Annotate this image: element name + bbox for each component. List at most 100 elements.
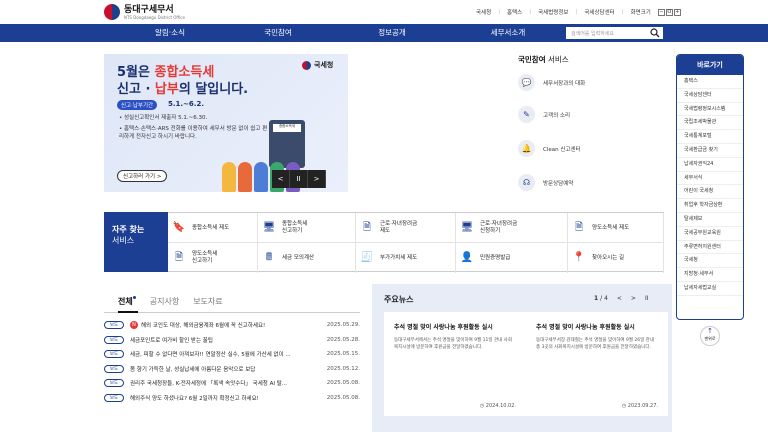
frequent-service-item[interactable]: 🗎 근로·자녀장려금 제도: [356, 213, 456, 243]
tab-notice[interactable]: 공지사항: [150, 296, 179, 307]
quick-link-item[interactable]: 납세자권익24: [677, 158, 743, 172]
major-news-card[interactable]: 추석 명절 맞이 사랑나눔 후원활동 실시 동대구세무서장 김태철는 추석 명절…: [526, 312, 668, 416]
news-date: 2025.05.15.: [326, 351, 360, 358]
util-link-hometax[interactable]: 홈택스: [507, 8, 522, 16]
quick-link-item[interactable]: 지방청·세무서: [677, 268, 743, 282]
major-news-title: 주요뉴스: [384, 295, 414, 304]
frequent-service-item[interactable]: 🗎 양도소득세 신고하기: [168, 243, 258, 273]
bookmark-icon: 🔖: [172, 222, 186, 233]
news-row[interactable]: 보도 세금, 피할 수 없다면 아껴보자!! 연말정산 실수, 5월에 가산세 없…: [104, 347, 360, 362]
card-date: ◷ 2024.10.02.: [479, 403, 516, 409]
news-row[interactable]: 보도 권리주 국세청장들, K-전자세정에 「록색 속앗수다」 국세청 AI 탈.…: [104, 376, 360, 391]
quick-link-item[interactable]: 국세청: [677, 254, 743, 269]
quick-link-item[interactable]: 취업후 학자금상환: [677, 199, 743, 213]
nav-item-disclosure[interactable]: 정보공개: [342, 24, 442, 42]
quick-link-item[interactable]: 국세법령정보시스템: [677, 103, 743, 117]
quick-link-item[interactable]: 국세통계포털: [677, 130, 743, 144]
civil-service-panel: 국민참여 서비스 💬 세무서장과의 대화 ✎ 고객의 소리 🔔 Clean 신고센터 …: [518, 54, 668, 191]
quick-link-item[interactable]: 탈세제보: [677, 213, 743, 227]
news-row[interactable]: 보도 봄 향기 가득한 날, 성실납세에 아름다운 음악으로 보답 2025.05.…: [104, 362, 360, 377]
top-bar: 동대구세무서 NTS Dongdaegu District Office 국세청…: [0, 0, 768, 24]
banner-prev-button[interactable]: <: [272, 170, 290, 188]
news-title: 세금, 피할 수 없다면 아껴보자!! 연말정산 실수, 5월에 가산세 없이 …: [130, 352, 291, 359]
major-pause-button[interactable]: II: [645, 295, 649, 302]
news-date: 2025.05.28.: [326, 336, 360, 343]
util-link-consult[interactable]: 국세상담센터: [584, 8, 614, 16]
frequent-service-label: 양도소득세 제도: [592, 224, 630, 231]
quick-link-item[interactable]: 주류면허지원센터: [677, 241, 743, 255]
news-row[interactable]: 보도 N 해외 코인도 대상, 해외금융계좌 6월에 꼭 신고하세요! 2025.05…: [104, 318, 360, 333]
major-news-card[interactable]: 추석 명절 맞이 사랑나눔 후원활동 실시 동대구세무서에서는 추석 명절을 맞…: [384, 312, 526, 416]
search-input[interactable]: 검색어를 입력하세요: [567, 30, 650, 37]
frequent-service-label: 부가가치세 제도: [380, 254, 418, 261]
quick-link-item[interactable]: 홈택스: [677, 75, 743, 89]
quick-link-item[interactable]: 어린이 국세청: [677, 185, 743, 200]
frequent-service-item[interactable]: 🖩 세금 모의계산: [258, 243, 356, 273]
quick-link-item[interactable]: 국세환급금 찾기: [677, 144, 743, 158]
major-next-button[interactable]: >: [631, 295, 636, 302]
banner-line-1: • 성실신고확인서 제출자 5.1.~6.30.: [119, 115, 208, 121]
org-name: 동대구세무서: [124, 4, 174, 15]
frequent-service-item[interactable]: 🔖 종합소득세 제도: [168, 213, 258, 243]
nts-emblem-icon: [302, 60, 311, 70]
tab-all[interactable]: 전체: [118, 296, 136, 307]
news-date: 2025.05.08.: [326, 380, 360, 387]
banner-next-button[interactable]: >: [308, 170, 326, 188]
civil-item-clean[interactable]: 🔔 Clean 신고센터: [518, 140, 668, 157]
utility-links: 국세청 | 홈택스 | 국세법령정보 | 국세상담센터 | 화면크기 − O +: [476, 8, 681, 16]
civil-item-voice[interactable]: ✎ 고객의 소리: [518, 106, 668, 123]
calculator-illustration: 종합소득세: [269, 120, 305, 168]
to-top-button[interactable]: ↑ 맨위로: [700, 326, 720, 346]
search-icon[interactable]: [650, 28, 660, 38]
zoom-out-button[interactable]: −: [657, 8, 665, 16]
nav-item-about[interactable]: 세무서소개: [458, 24, 558, 42]
frequent-service-item[interactable]: 🖥 종합소득세 신고하기: [258, 213, 356, 243]
search-box[interactable]: 검색어를 입력하세요: [566, 27, 663, 39]
frequent-service-item[interactable]: 🧾 부가가치세 제도: [356, 243, 456, 273]
civil-item-dialogue[interactable]: 💬 세무서장과의 대화: [518, 74, 668, 91]
tab-press[interactable]: 보도자료: [193, 296, 222, 307]
civil-item-visit[interactable]: ☊ 방문상담예약: [518, 174, 668, 191]
frequent-service-label: 찾아오시는 길: [592, 254, 625, 261]
quick-link-item[interactable]: 국립조세박물관: [677, 116, 743, 131]
frequent-services-title: 자주 찾는 서비스: [104, 212, 168, 272]
frequent-service-label: 근로·자녀장려금 제도: [380, 221, 418, 234]
tab-active-underline: [118, 311, 138, 313]
news-badge: 보도: [104, 350, 124, 359]
major-prev-button[interactable]: <: [617, 295, 622, 302]
frequent-service-item[interactable]: 🖥 근로·자녀장려금 신청하기: [456, 213, 568, 243]
news-row[interactable]: 보도 해외주식 양도 하셨나요? 6월 2일까지 확정신고 하세요! 2025.05…: [104, 391, 360, 406]
grid-divider: [168, 242, 664, 243]
nav-item-participation[interactable]: 국민참여: [228, 24, 328, 42]
frequent-service-item[interactable]: 👤 민원증명발급: [456, 243, 568, 273]
banner-pause-button[interactable]: II: [290, 170, 308, 188]
frequent-service-label: 양도소득세 신고하기: [192, 251, 218, 264]
frequent-service-label: 종합소득세 제도: [192, 224, 230, 231]
zoom-reset-button[interactable]: O: [665, 8, 673, 16]
frequent-service-item[interactable]: 📍 찾아오시는 길: [568, 243, 664, 273]
doc-icon: 🗎: [574, 222, 584, 233]
banner-file-button[interactable]: 신고하러 가기 >: [117, 170, 168, 182]
bell-icon: 🔔: [518, 140, 535, 157]
pen-icon: ✎: [518, 106, 535, 123]
quick-link-item[interactable]: 세무서식: [677, 172, 743, 186]
zoom-label: 화면크기: [630, 10, 651, 16]
quick-link-item[interactable]: 납세자세법교실: [677, 282, 743, 296]
zoom-in-button[interactable]: +: [673, 8, 681, 16]
frequent-service-label: 민원증명발급: [480, 254, 511, 261]
site-logo[interactable]: 동대구세무서 NTS Dongdaegu District Office: [104, 4, 185, 20]
civil-service-title: 국민참여 서비스: [518, 55, 569, 64]
banner-line-2: • 홈택스·손택스·ARS 전화를 이용하여 세무서 방문 없이 쉽고 편리하게…: [119, 126, 268, 140]
zoom-controls: − O +: [657, 8, 681, 16]
quick-links-title: 바로가기: [677, 55, 743, 75]
banner-period-pill: 신고·납부기간: [117, 100, 158, 110]
news-title: 해외주식 양도 하셨나요? 6월 2일까지 확정신고 하세요!: [130, 395, 259, 402]
nav-item-news[interactable]: 알림·소식: [120, 24, 220, 42]
frequent-service-item[interactable]: 🗎 양도소득세 제도: [568, 213, 664, 243]
news-row[interactable]: 보도 세금포인트로 여가비 할인 받는 꿀팁 2025.05.28.: [104, 333, 360, 348]
news-title: 해외 코인도 대상, 해외금융계좌 6월에 꼭 신고하세요!: [141, 323, 266, 330]
quick-link-item[interactable]: 국세상담센터: [677, 89, 743, 103]
util-link-nts[interactable]: 국세청: [476, 8, 491, 16]
quick-link-item[interactable]: 국세공무원교육원: [677, 227, 743, 241]
util-link-law[interactable]: 국세법령정보: [538, 8, 568, 16]
